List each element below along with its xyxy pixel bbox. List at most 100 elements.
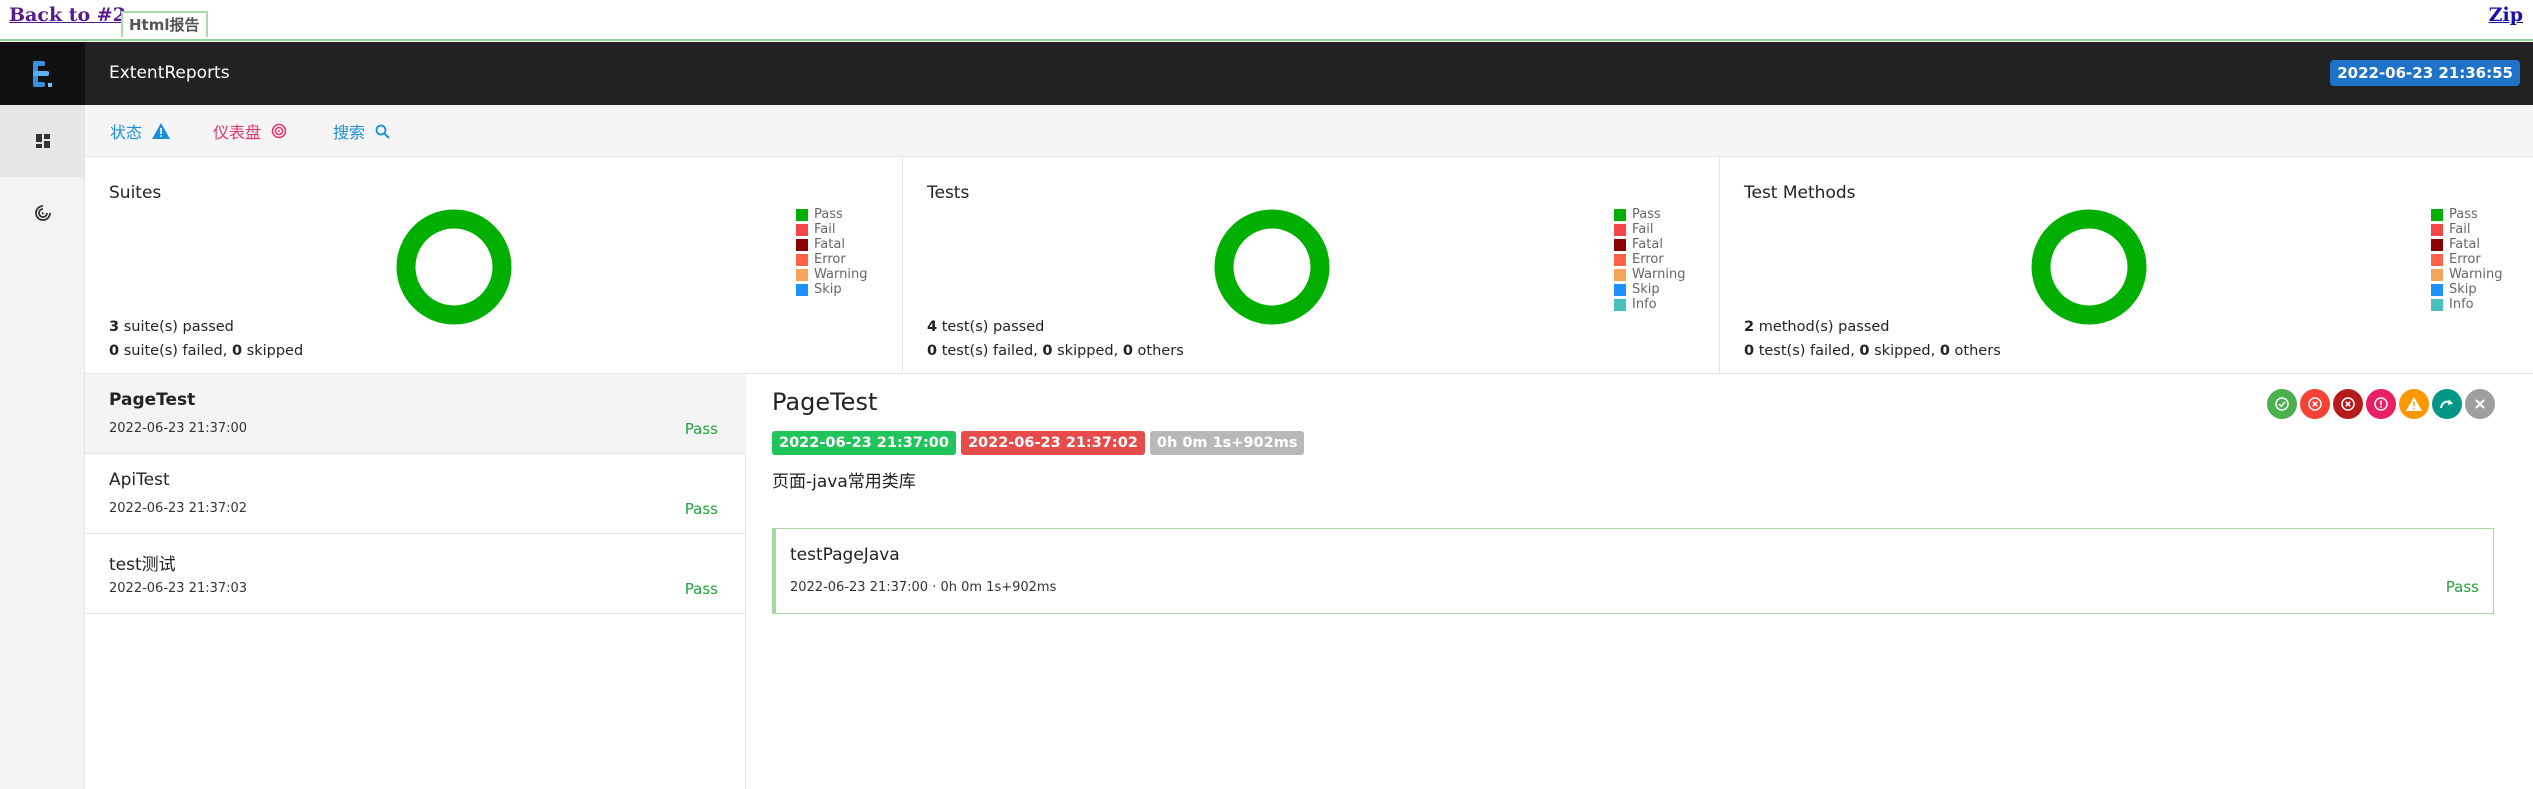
filter-error-button[interactable] bbox=[2366, 389, 2396, 419]
logo[interactable] bbox=[0, 42, 85, 105]
target-icon bbox=[271, 123, 287, 139]
legend-item: Skip bbox=[796, 282, 867, 297]
detail-title: PageTest bbox=[772, 388, 878, 416]
test-time: 2022-06-23 21:37:03 bbox=[109, 581, 248, 596]
legend-item: Info bbox=[2431, 297, 2502, 312]
card-title: Test Methods bbox=[1744, 183, 1856, 203]
dashboard-grid-icon bbox=[35, 134, 50, 148]
report-date-badge: 2022-06-23 21:36:55 bbox=[2330, 60, 2520, 86]
legend-swatch bbox=[1614, 268, 1626, 281]
status-badge: Pass bbox=[684, 580, 718, 598]
legend-label: Skip bbox=[814, 282, 842, 297]
back-link[interactable]: Back to #2 bbox=[9, 4, 126, 26]
legend-label: Skip bbox=[1632, 282, 1660, 297]
tab-status[interactable]: 状态 bbox=[110, 119, 171, 143]
tests-legend: Pass Fail Fatal Error Warning Skip Info bbox=[1614, 207, 1685, 312]
legend-swatch bbox=[2431, 283, 2443, 296]
html-report-tab[interactable]: Html报告 bbox=[121, 11, 208, 37]
legend-label: Warning bbox=[814, 267, 868, 282]
legend-item: Skip bbox=[1614, 282, 1685, 297]
legend-label: Info bbox=[2449, 297, 2474, 312]
sidebar-item-tests[interactable] bbox=[0, 105, 85, 177]
list-item[interactable]: test测试 2022-06-23 21:37:03 Pass bbox=[85, 534, 746, 614]
app-header: ExtentReports 2022-06-23 21:36:55 bbox=[0, 42, 2533, 105]
legend-item: Error bbox=[796, 252, 867, 267]
legend-swatch bbox=[796, 283, 808, 296]
status-badge: Pass bbox=[684, 420, 718, 438]
card-title: Tests bbox=[927, 183, 970, 203]
start-time-badge: 2022-06-23 21:37:00 bbox=[772, 431, 956, 455]
test-methods-card: Test Methods Pass Fail Fatal Error Warning Sk… bbox=[1719, 157, 2533, 374]
tab-search-label: 搜索 bbox=[333, 123, 366, 142]
filter-skip-button[interactable] bbox=[2432, 389, 2462, 419]
legend-item: Warning bbox=[2431, 267, 2502, 282]
legend-label: Pass bbox=[2449, 207, 2478, 222]
sidebar-item-dashboard[interactable] bbox=[0, 177, 85, 249]
legend-label: Info bbox=[1632, 297, 1657, 312]
redo-arrow-icon bbox=[2440, 399, 2453, 409]
exclamation-circle-icon bbox=[2374, 397, 2388, 411]
status-filters bbox=[2267, 389, 2495, 419]
filter-pass-button[interactable] bbox=[2267, 389, 2297, 419]
legend-swatch bbox=[1614, 298, 1626, 311]
list-item[interactable]: PageTest 2022-06-23 21:37:00 Pass bbox=[85, 374, 746, 454]
legend-item: Pass bbox=[1614, 207, 1685, 222]
test-method-card[interactable]: testPageJava 2022-06-23 21:37:00 · 0h 0m… bbox=[772, 528, 2494, 614]
legend-swatch bbox=[796, 253, 808, 266]
legend-item: Warning bbox=[796, 267, 867, 282]
legend-swatch bbox=[2431, 253, 2443, 266]
legend-label: Error bbox=[1632, 252, 1664, 267]
methods-legend: Pass Fail Fatal Error Warning Skip Info bbox=[2431, 207, 2502, 312]
legend-item: Fatal bbox=[2431, 237, 2502, 252]
zip-link[interactable]: Zip bbox=[2489, 4, 2523, 26]
tests-card: Tests Pass Fail Fatal Error Warning Skip Info … bbox=[902, 157, 1719, 374]
legend-item: Warning bbox=[1614, 267, 1685, 282]
legend-swatch bbox=[1614, 238, 1626, 251]
clear-filter-button[interactable] bbox=[2465, 389, 2495, 419]
legend-label: Fatal bbox=[814, 237, 845, 252]
suites-card: Suites Pass Fail Fatal Error Warning Skip 3 s… bbox=[85, 157, 902, 374]
legend-label: Pass bbox=[814, 207, 843, 222]
tab-dashboard[interactable]: 仪表盘 bbox=[213, 119, 287, 143]
tab-status-label: 状态 bbox=[110, 123, 143, 142]
legend-swatch bbox=[2431, 208, 2443, 221]
suites-passed-line: 3 suite(s) passed bbox=[109, 319, 234, 335]
method-name: testPageJava bbox=[790, 545, 900, 565]
suites-legend: Pass Fail Fatal Error Warning Skip bbox=[796, 207, 867, 297]
legend-swatch bbox=[1614, 223, 1626, 236]
methods-failed-line: 0 test(s) failed, 0 skipped, 0 others bbox=[1744, 343, 2001, 359]
legend-item: Skip bbox=[2431, 282, 2502, 297]
legend-item: Error bbox=[1614, 252, 1685, 267]
legend-item: Fail bbox=[2431, 222, 2502, 237]
search-icon bbox=[375, 124, 390, 139]
legend-item: Fail bbox=[796, 222, 867, 237]
legend-label: Error bbox=[814, 252, 846, 267]
filter-fail-button[interactable] bbox=[2300, 389, 2330, 419]
legend-swatch bbox=[2431, 298, 2443, 311]
legend-item: Error bbox=[2431, 252, 2502, 267]
legend-label: Fail bbox=[2449, 222, 2471, 237]
test-detail: PageTest 2022-06-23 21:37:00 2022-06-23 … bbox=[746, 374, 2533, 789]
test-name: test测试 bbox=[109, 555, 176, 575]
nav-bar: 状态 仪表盘 搜索 bbox=[85, 105, 2533, 157]
legend-label: Fail bbox=[1632, 222, 1654, 237]
suites-donut-chart bbox=[396, 209, 512, 325]
legend-item: Info bbox=[1614, 297, 1685, 312]
tab-dashboard-label: 仪表盘 bbox=[213, 123, 262, 142]
legend-swatch bbox=[1614, 208, 1626, 221]
tab-search[interactable]: 搜索 bbox=[333, 119, 390, 143]
legend-swatch bbox=[796, 268, 808, 281]
summary-panel: Suites Pass Fail Fatal Error Warning Skip 3 s… bbox=[85, 157, 2533, 374]
legend-swatch bbox=[2431, 238, 2443, 251]
filter-fatal-button[interactable] bbox=[2333, 389, 2363, 419]
legend-swatch bbox=[2431, 223, 2443, 236]
legend-swatch bbox=[1614, 283, 1626, 296]
legend-item: Fatal bbox=[1614, 237, 1685, 252]
filter-warning-button[interactable] bbox=[2399, 389, 2429, 419]
list-item[interactable]: ApiTest 2022-06-23 21:37:02 Pass bbox=[85, 454, 746, 534]
legend-label: Fatal bbox=[2449, 237, 2480, 252]
legend-label: Skip bbox=[2449, 282, 2477, 297]
status-badge: Pass bbox=[2445, 578, 2479, 596]
legend-item: Pass bbox=[796, 207, 867, 222]
duration-badge: 0h 0m 1s+902ms bbox=[1149, 431, 1305, 455]
